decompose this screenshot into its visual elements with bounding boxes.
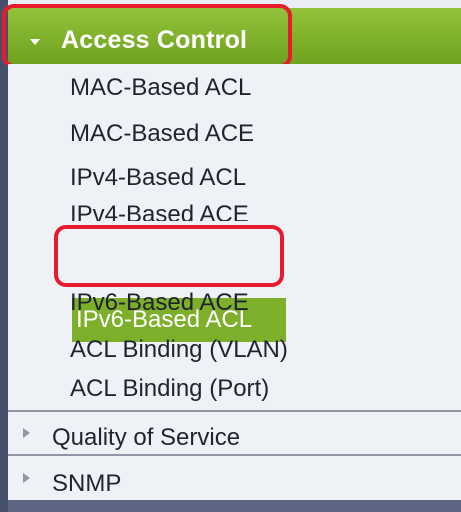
quality-of-service-label: Quality of Service	[52, 424, 241, 451]
ipv6-based-ace-item[interactable]: IPv6-Based ACE	[70, 289, 249, 311]
chevron-right-icon	[23, 428, 30, 438]
header-highlight-outline	[2, 4, 292, 68]
mac-based-acl-item[interactable]: MAC-Based ACL	[70, 74, 251, 102]
quality-of-service-section[interactable]: Quality of Service	[8, 412, 461, 454]
selected-item-highlight-outline	[54, 225, 284, 287]
ipv4-based-acl-item[interactable]: IPv4-Based ACL	[70, 164, 246, 192]
ipv4-based-ace-item[interactable]: IPv4-Based ACE	[70, 201, 249, 221]
snmp-label: SNMP	[52, 470, 122, 497]
snmp-section[interactable]: SNMP	[8, 456, 461, 500]
acl-binding-vlan-item[interactable]: ACL Binding (VLAN)	[70, 336, 288, 364]
chevron-right-icon	[23, 473, 30, 483]
panel-bottom-band	[8, 500, 461, 512]
acl-binding-port-item[interactable]: ACL Binding (Port)	[70, 375, 269, 403]
mac-based-ace-item[interactable]: MAC-Based ACE	[70, 120, 254, 148]
navigation-panel: Access Control MAC-Based ACL MAC-Based A…	[0, 0, 461, 512]
panel-left-border	[0, 0, 8, 512]
